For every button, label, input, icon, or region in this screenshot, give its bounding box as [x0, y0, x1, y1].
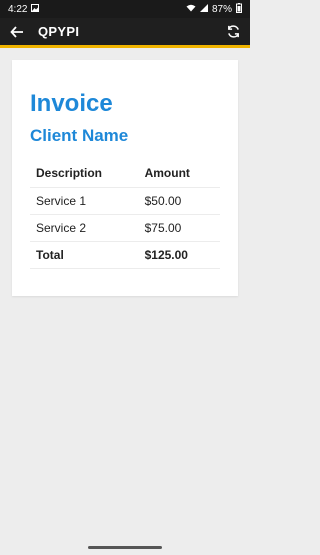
table-header-row: Description Amount	[30, 160, 220, 187]
back-arrow-icon[interactable]	[8, 23, 26, 41]
invoice-title: Invoice	[30, 90, 113, 117]
table-row: Service 2 $75.00	[30, 214, 220, 241]
refresh-icon[interactable]	[224, 23, 242, 41]
row-description: Service 1	[36, 193, 87, 208]
header-description: Description	[36, 166, 103, 181]
wifi-icon	[186, 4, 196, 15]
invoice-card: Invoice Client Name Description Amount S…	[12, 60, 238, 296]
total-label: Total	[36, 247, 64, 262]
invoice-table: Description Amount Service 1 $50.00 Serv…	[30, 160, 220, 269]
row-amount: $50.00	[144, 193, 182, 208]
row-description: Service 2	[36, 220, 87, 235]
row-amount: $75.00	[144, 220, 182, 235]
status-time: 4:22	[8, 3, 28, 15]
table-row: Service 1 $50.00	[30, 187, 220, 214]
signal-icon	[199, 3, 208, 15]
app-bar: QPYPI	[0, 18, 250, 48]
gesture-nav-handle[interactable]	[88, 546, 162, 549]
total-row: Total $125.00	[30, 241, 220, 268]
total-amount: $125.00	[144, 247, 188, 262]
status-bar: 4:22 87%	[0, 0, 250, 18]
client-name: Client Name	[30, 126, 129, 145]
app-title: QPYPI	[38, 24, 80, 39]
image-icon	[31, 3, 40, 15]
battery-icon	[236, 2, 242, 16]
battery-percent: 87%	[211, 3, 232, 15]
header-amount: Amount	[144, 166, 190, 181]
